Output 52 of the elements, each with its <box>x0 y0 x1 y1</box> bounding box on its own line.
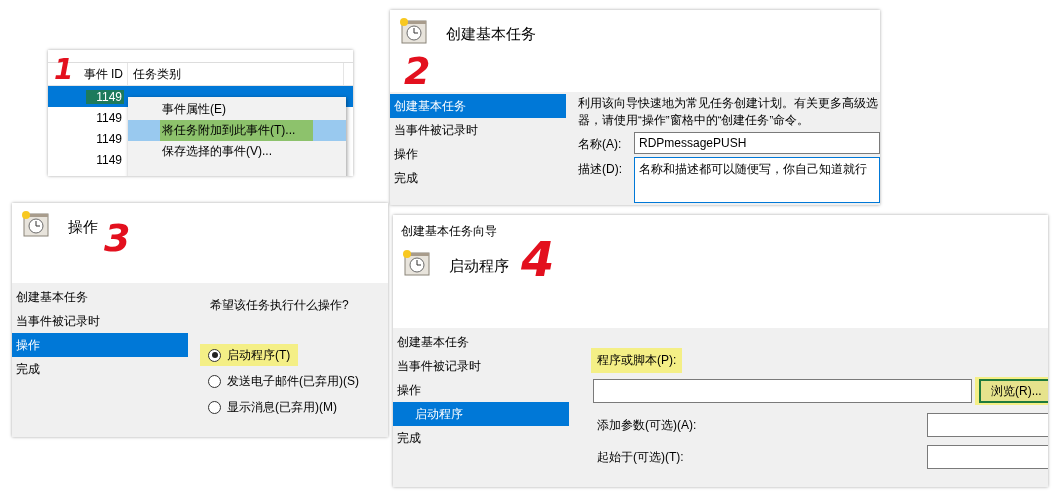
option-label: 启动程序(T) <box>227 346 291 364</box>
input-field[interactable] <box>927 413 1048 437</box>
wizard-step[interactable]: 完成 <box>12 357 188 381</box>
name-field[interactable]: RDPmessagePUSH <box>634 132 880 154</box>
radio-button[interactable] <box>208 348 221 362</box>
wizard-step[interactable]: 创建基本任务 <box>393 330 569 354</box>
annotation-number: 4 <box>521 235 555 283</box>
clock-icon <box>401 248 431 278</box>
radio-option[interactable]: 启动程序(T) <box>200 344 299 366</box>
field-label: 描述(D): <box>578 161 623 178</box>
clock-icon <box>20 209 50 239</box>
description-text: 利用该向导快速地为常见任务创建计划。有关更多高级选 <box>578 96 879 111</box>
wizard-step[interactable]: 创建基本任务 <box>390 94 566 118</box>
radio-option[interactable]: 显示消息(已弃用)(M) <box>200 396 345 418</box>
wizard-step[interactable]: 创建基本任务 <box>12 285 188 309</box>
description-text: 器，请使用“操作”窗格中的“创建任务”命令。 <box>578 113 811 128</box>
radio-button[interactable] <box>208 374 221 388</box>
field-label: 程序或脚本(P): <box>591 348 683 373</box>
wizard-step[interactable]: 操作 <box>12 333 188 357</box>
radio-option[interactable]: 发送电子邮件(已弃用)(S) <box>200 370 367 392</box>
wizard-step[interactable]: 启动程序 <box>393 402 569 426</box>
wizard-step[interactable]: 完成 <box>393 426 569 450</box>
step-title: 操作 <box>68 217 98 237</box>
description-field[interactable]: 名称和描述都可以随便写，你自己知道就行 <box>634 157 880 203</box>
wizard-step[interactable]: 当事件被记录时 <box>390 118 566 142</box>
menu-item[interactable]: 保存选择的事件(V)... <box>128 141 346 162</box>
annotation-number: 3 <box>104 219 131 257</box>
wizard-step[interactable]: 操作 <box>393 378 569 402</box>
wizard-step[interactable]: 当事件被记录时 <box>393 354 569 378</box>
step-title: 启动程序 <box>449 256 509 276</box>
annotation-number: 2 <box>404 52 431 90</box>
annotation-number: 1 <box>54 56 74 84</box>
question-text: 希望该任务执行什么操作? <box>210 297 350 314</box>
column-header[interactable]: 任务类别 <box>128 63 344 85</box>
option-label: 发送电子邮件(已弃用)(S) <box>227 372 359 390</box>
field-label: 起始于(可选)(T): <box>597 448 684 466</box>
field-label: 添加参数(可选)(A): <box>597 416 697 434</box>
option-label: 显示消息(已弃用)(M) <box>227 398 337 416</box>
wizard-step[interactable]: 完成 <box>390 166 566 190</box>
event-id: 1149 <box>86 89 124 104</box>
field-label: 名称(A): <box>578 136 623 153</box>
clock-icon <box>398 16 428 46</box>
program-field[interactable] <box>593 379 972 403</box>
step-title: 创建基本任务 <box>446 24 536 44</box>
column-header[interactable]: 事件 ID <box>83 65 123 83</box>
browse-button[interactable]: 浏览(R)... <box>979 379 1048 403</box>
input-field[interactable] <box>927 445 1048 469</box>
wizard-step[interactable]: 当事件被记录时 <box>12 309 188 333</box>
menu-item[interactable]: 将任务附加到此事件(T)... <box>128 120 346 141</box>
window-title: 创建基本任务向导 <box>401 223 498 240</box>
wizard-step[interactable]: 操作 <box>390 142 566 166</box>
radio-button[interactable] <box>208 400 221 414</box>
